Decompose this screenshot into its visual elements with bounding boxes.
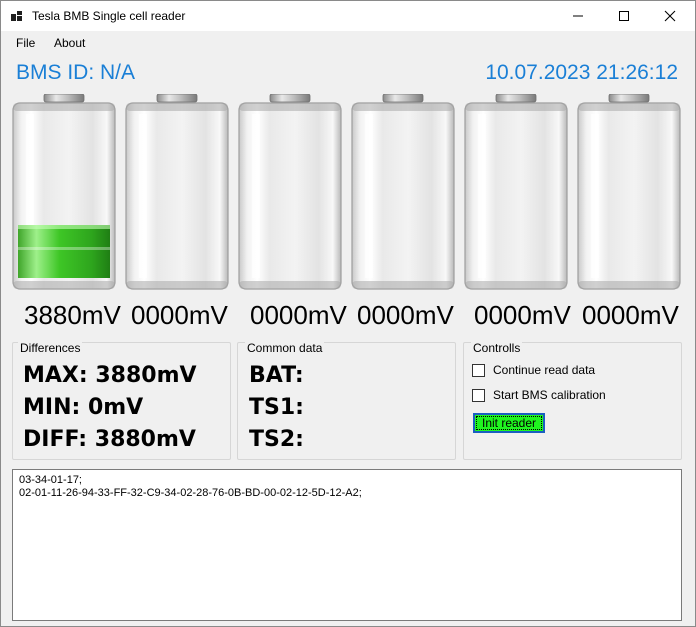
battery-cell-2	[125, 93, 229, 290]
app-window: Tesla BMB Single cell reader File About …	[0, 0, 696, 627]
battery-cell-6	[577, 93, 681, 290]
title-bar[interactable]: Tesla BMB Single cell reader	[1, 1, 695, 31]
bat-label: BAT:	[249, 363, 304, 388]
close-button[interactable]	[647, 1, 693, 31]
start-calibration-checkbox[interactable]	[472, 388, 485, 402]
cell-6-voltage: 0000mV	[582, 300, 679, 330]
menu-about[interactable]: About	[54, 36, 85, 50]
cell-5-voltage: 0000mV	[474, 300, 571, 330]
common-data-group: Common data BAT: TS1: TS2:	[237, 341, 456, 460]
start-calibration-label[interactable]: Start BMS calibration	[493, 388, 606, 402]
cell-2-voltage: 0000mV	[131, 300, 228, 330]
ts1-label: TS1:	[249, 395, 304, 420]
close-icon	[664, 10, 676, 22]
battery-icon	[577, 93, 681, 290]
menu-file[interactable]: File	[16, 36, 35, 50]
menu-bar: File About	[1, 31, 695, 55]
min-value: MIN: 0mV	[23, 395, 144, 420]
battery-cell-5	[464, 93, 568, 290]
minimize-icon	[573, 15, 583, 17]
battery-icon	[351, 93, 455, 290]
start-calibration-row[interactable]: Start BMS calibration	[472, 388, 606, 402]
window-title: Tesla BMB Single cell reader	[32, 9, 186, 23]
cell-3-voltage: 0000mV	[250, 300, 347, 330]
bms-id-label: BMS ID: N/A	[16, 61, 136, 84]
maximize-icon	[619, 11, 629, 21]
cell-4-voltage: 0000mV	[357, 300, 454, 330]
controls-title: Controlls	[471, 341, 523, 355]
log-line: 02-01-11-26-94-33-FF-32-C9-34-02-28-76-0…	[19, 487, 362, 499]
cell-1-voltage: 3880mV	[24, 300, 121, 330]
battery-cell-4	[351, 93, 455, 290]
charge-level	[18, 225, 110, 278]
battery-cell-1	[12, 93, 116, 290]
max-value: MAX: 3880mV	[23, 363, 197, 388]
continue-read-checkbox[interactable]	[472, 363, 485, 377]
app-icon	[11, 11, 22, 21]
battery-cell-3	[238, 93, 342, 290]
ts2-label: TS2:	[249, 427, 304, 452]
log-line: 03-34-01-17;	[19, 474, 82, 486]
battery-icon	[238, 93, 342, 290]
continue-read-row[interactable]: Continue read data	[472, 363, 595, 377]
diff-value: DIFF: 3880mV	[23, 427, 196, 452]
init-reader-button[interactable]: Init reader	[473, 413, 545, 433]
continue-read-label[interactable]: Continue read data	[493, 363, 595, 377]
log-textbox[interactable]: 03-34-01-17; 02-01-11-26-94-33-FF-32-C9-…	[12, 469, 682, 621]
battery-icon	[12, 93, 116, 290]
minimize-button[interactable]	[555, 1, 601, 31]
controls-group: Controlls Continue read data Start BMS c…	[463, 341, 682, 460]
common-data-title: Common data	[245, 341, 325, 355]
battery-icon	[464, 93, 568, 290]
differences-group: Differences MAX: 3880mV MIN: 0mV DIFF: 3…	[12, 341, 231, 460]
maximize-button[interactable]	[601, 1, 647, 31]
differences-title: Differences	[18, 341, 83, 355]
battery-icon	[125, 93, 229, 290]
datetime-label: 10.07.2023 21:26:12	[485, 61, 678, 84]
